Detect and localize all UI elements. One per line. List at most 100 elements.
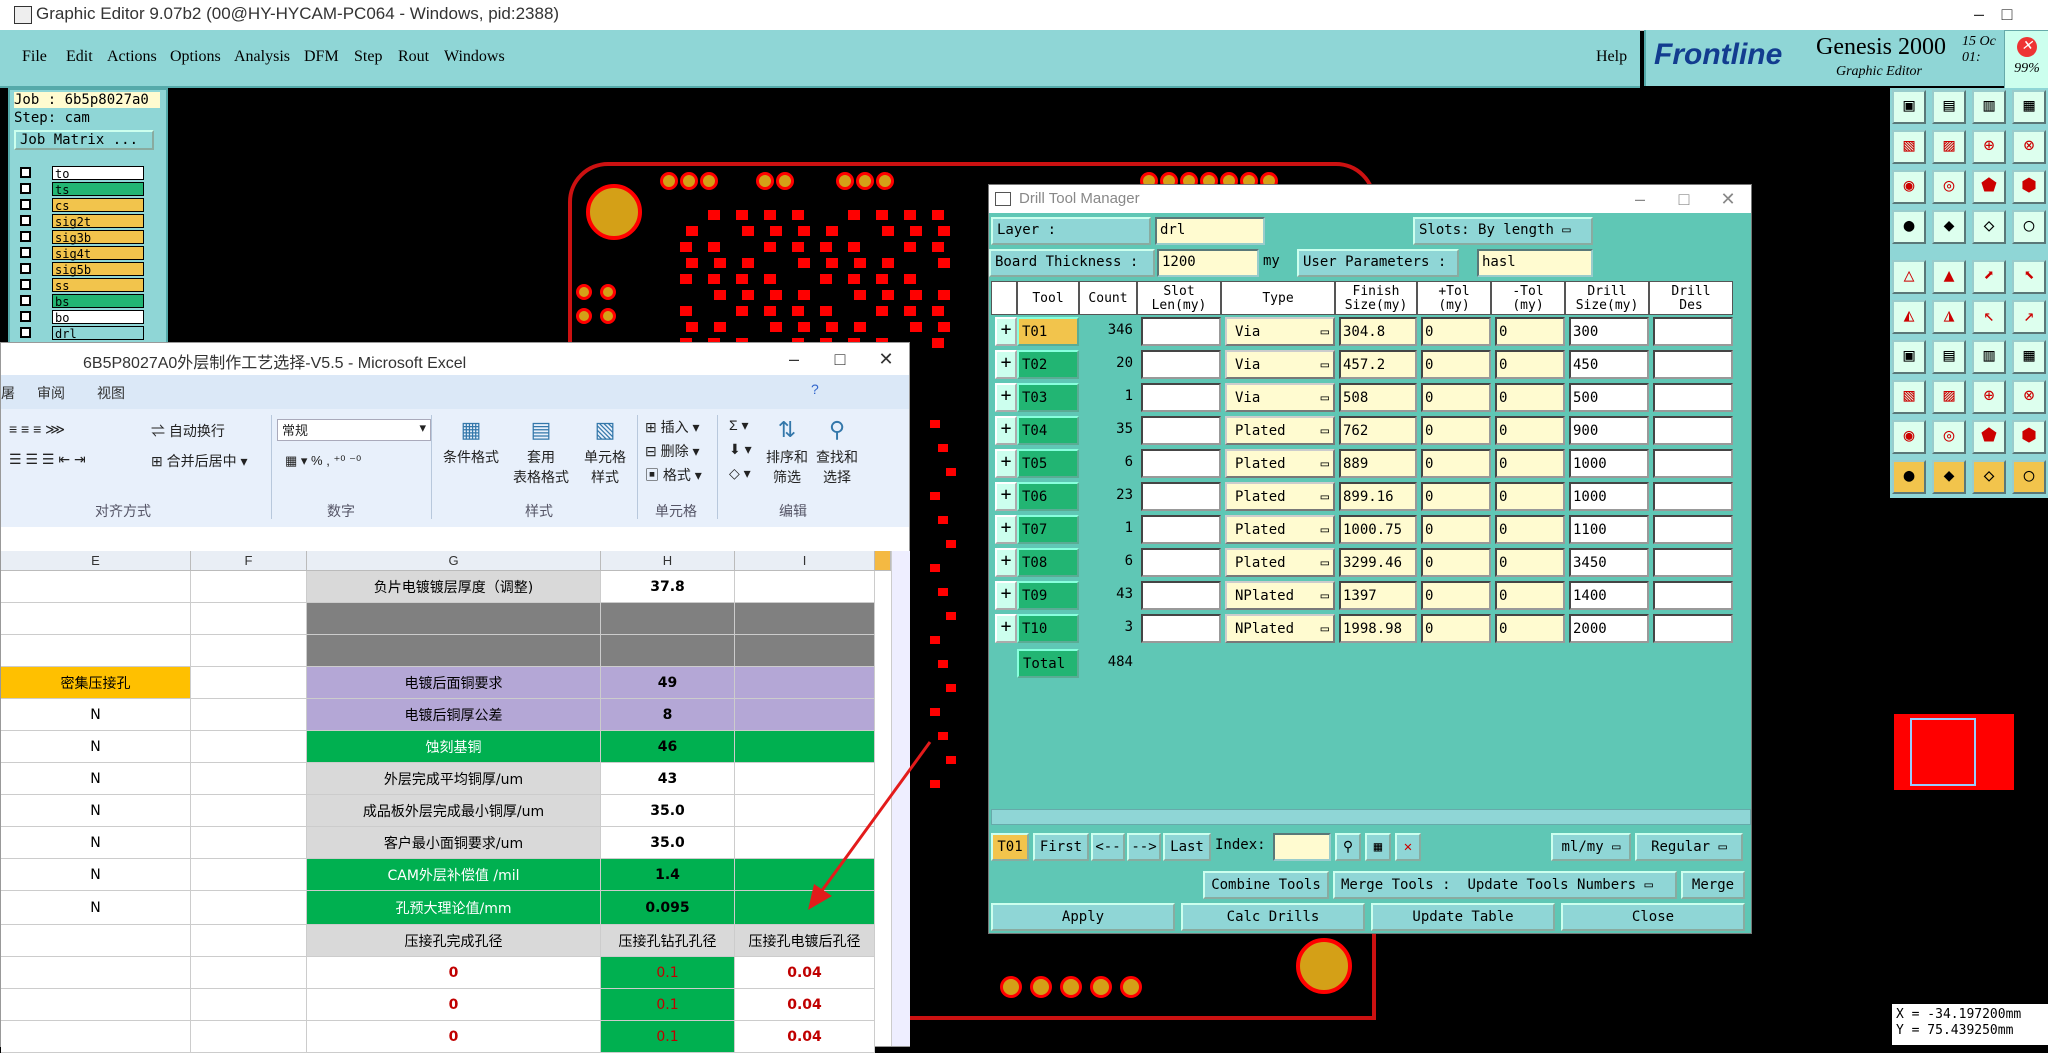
next-button[interactable]: --> (1127, 833, 1161, 861)
palette-tool-icon[interactable]: ⬢ (2012, 420, 2046, 454)
find-select-button[interactable]: ⚲ 查找和 选择 (813, 417, 861, 487)
layer-name[interactable]: sig2t (52, 214, 144, 229)
align-top-icon[interactable]: ≡ ≡ ≡ ⋙ (9, 421, 65, 438)
layer-name[interactable]: ss (52, 278, 144, 293)
search-icon[interactable]: ⚲ (1335, 833, 1361, 861)
layer-name[interactable]: bs (52, 294, 144, 309)
menu-options[interactable]: Options (170, 48, 221, 66)
cell-f[interactable] (191, 667, 307, 699)
drill-des-field[interactable] (1653, 548, 1733, 577)
minus-tol-field[interactable]: 0 (1495, 449, 1565, 478)
palette-tool-icon[interactable]: ◆ (1932, 460, 1966, 494)
calc-drills-button[interactable]: Calc Drills (1181, 903, 1365, 931)
cell-h[interactable]: 43 (601, 763, 735, 795)
cell-h[interactable]: 8 (601, 699, 735, 731)
finish-size-field[interactable]: 508 (1339, 383, 1417, 412)
tool-row[interactable]: + T06 23 Plated ▭ 899.16 0 0 1000 (991, 480, 1749, 513)
palette-tool-icon[interactable]: ▧ (1892, 130, 1926, 164)
close-button[interactable]: Close (1561, 903, 1745, 931)
cell-h[interactable]: 37.8 (601, 571, 735, 603)
minus-tol-field[interactable]: 0 (1495, 416, 1565, 445)
plus-tol-field[interactable]: 0 (1421, 515, 1491, 544)
tool-row[interactable]: + T10 3 NPlated ▭ 1998.98 0 0 2000 (991, 612, 1749, 645)
cell-e[interactable] (1, 571, 191, 603)
excel-close-button[interactable]: ✕ (873, 345, 899, 375)
slot-len-field[interactable] (1141, 482, 1221, 511)
tool-id[interactable]: T08 (1017, 548, 1079, 577)
layer-row-sig5b[interactable]: sig5b (14, 262, 144, 277)
align-left-icon[interactable]: ☰ ☰ ☰ ⇤ ⇥ (9, 451, 86, 468)
palette-tool-icon[interactable]: ⬈ (1972, 260, 2006, 294)
minus-tol-field[interactable]: 0 (1495, 581, 1565, 610)
palette-tool-icon[interactable]: ⊕ (1972, 130, 2006, 164)
dtm-close-button[interactable]: ✕ (1715, 185, 1741, 215)
slot-len-field[interactable] (1141, 548, 1221, 577)
drill-des-field[interactable] (1653, 416, 1733, 445)
tab-view[interactable]: 视图 (97, 383, 125, 403)
number-format-buttons[interactable]: ▦ ▾ % , ⁺⁰ ⁻⁰ (285, 453, 361, 469)
slots-selector[interactable]: Slots: By length ▭ (1413, 217, 1593, 245)
merge-tools-selector[interactable]: Merge Tools : Update Tools Numbers ▭ (1333, 871, 1677, 899)
expand-tool-button[interactable]: + (995, 317, 1017, 346)
palette-tool-icon[interactable]: ▤ (1932, 340, 1966, 374)
cell-h[interactable]: 46 (601, 731, 735, 763)
tool-row[interactable]: + T05 6 Plated ▭ 889 0 0 1000 (991, 447, 1749, 480)
cell-f[interactable] (191, 699, 307, 731)
cell-f[interactable] (191, 731, 307, 763)
board-thickness-field[interactable]: 1200 (1157, 249, 1259, 277)
expand-tool-button[interactable]: + (995, 449, 1017, 478)
layer-checkbox[interactable] (20, 263, 31, 274)
mode-selector[interactable]: Regular ▭ (1635, 833, 1743, 861)
palette-tool-icon[interactable]: ◉ (1892, 420, 1926, 454)
slot-len-field[interactable] (1141, 449, 1221, 478)
column-header-i[interactable]: I (735, 551, 875, 571)
palette-tool-icon[interactable]: ⬟ (1972, 420, 2006, 454)
palette-tool-icon[interactable]: ⬟ (1972, 170, 2006, 204)
finish-size-field[interactable]: 899.16 (1339, 482, 1417, 511)
palette-tool-icon[interactable]: ↖ (1972, 300, 2006, 334)
drill-size-field[interactable]: 3450 (1569, 548, 1649, 577)
delete-button[interactable]: ⊟ 删除 ▾ (645, 441, 700, 461)
expand-tool-button[interactable]: + (995, 515, 1017, 544)
expand-tool-button[interactable]: + (995, 581, 1017, 610)
formula-bar[interactable] (1, 527, 909, 552)
type-select[interactable]: Plated ▭ (1225, 548, 1335, 577)
cell-g[interactable]: 蚀刻基铜 (307, 731, 601, 763)
palette-tool-icon[interactable]: ▤ (1932, 90, 1966, 124)
palette-tool-icon[interactable]: ▥ (1972, 340, 2006, 374)
excel-maximize-button[interactable]: □ (827, 345, 853, 375)
minus-tol-field[interactable]: 0 (1495, 350, 1565, 379)
slot-len-field[interactable] (1141, 350, 1221, 379)
cell-e[interactable] (1, 603, 191, 635)
apply-button[interactable]: Apply (991, 903, 1175, 931)
palette-tool-icon[interactable]: ▲ (1932, 260, 1966, 294)
layer-checkbox[interactable] (20, 167, 31, 178)
slot-len-field[interactable] (1141, 317, 1221, 346)
cell-e[interactable] (1, 925, 191, 957)
menu-help[interactable]: Help (1596, 48, 1627, 66)
palette-tool-icon[interactable]: ◆ (1932, 210, 1966, 244)
layer-checkbox[interactable] (20, 199, 31, 210)
menu-analysis[interactable]: Analysis (234, 48, 290, 66)
layer-row-bo[interactable]: bo (14, 310, 144, 325)
minus-tol-field[interactable]: 0 (1495, 614, 1565, 643)
cell-h[interactable]: 0.1 (601, 957, 735, 989)
merge-button[interactable]: Merge (1681, 871, 1745, 899)
cell-f[interactable] (191, 795, 307, 827)
menu-edit[interactable]: Edit (66, 48, 93, 66)
drill-size-field[interactable]: 500 (1569, 383, 1649, 412)
tab-review[interactable]: 审阅 (37, 383, 65, 403)
cell-i[interactable]: 0.04 (735, 1021, 875, 1053)
palette-tool-icon[interactable]: ▣ (1892, 340, 1926, 374)
drill-des-field[interactable] (1653, 614, 1733, 643)
cell-e[interactable] (1, 1021, 191, 1053)
tool-row[interactable]: + T07 1 Plated ▭ 1000.75 0 0 1100 (991, 513, 1749, 546)
palette-tool-icon[interactable]: ◭ (1892, 300, 1926, 334)
dtm-maximize-button[interactable]: □ (1671, 185, 1697, 215)
expand-tool-button[interactable]: + (995, 350, 1017, 379)
cell-g[interactable]: 孔预大理论值/mm (307, 891, 601, 925)
tool-id[interactable]: T10 (1017, 614, 1079, 643)
layer-name[interactable]: sig3b (52, 230, 144, 245)
layer-checkbox[interactable] (20, 183, 31, 194)
cell-f[interactable] (191, 571, 307, 603)
